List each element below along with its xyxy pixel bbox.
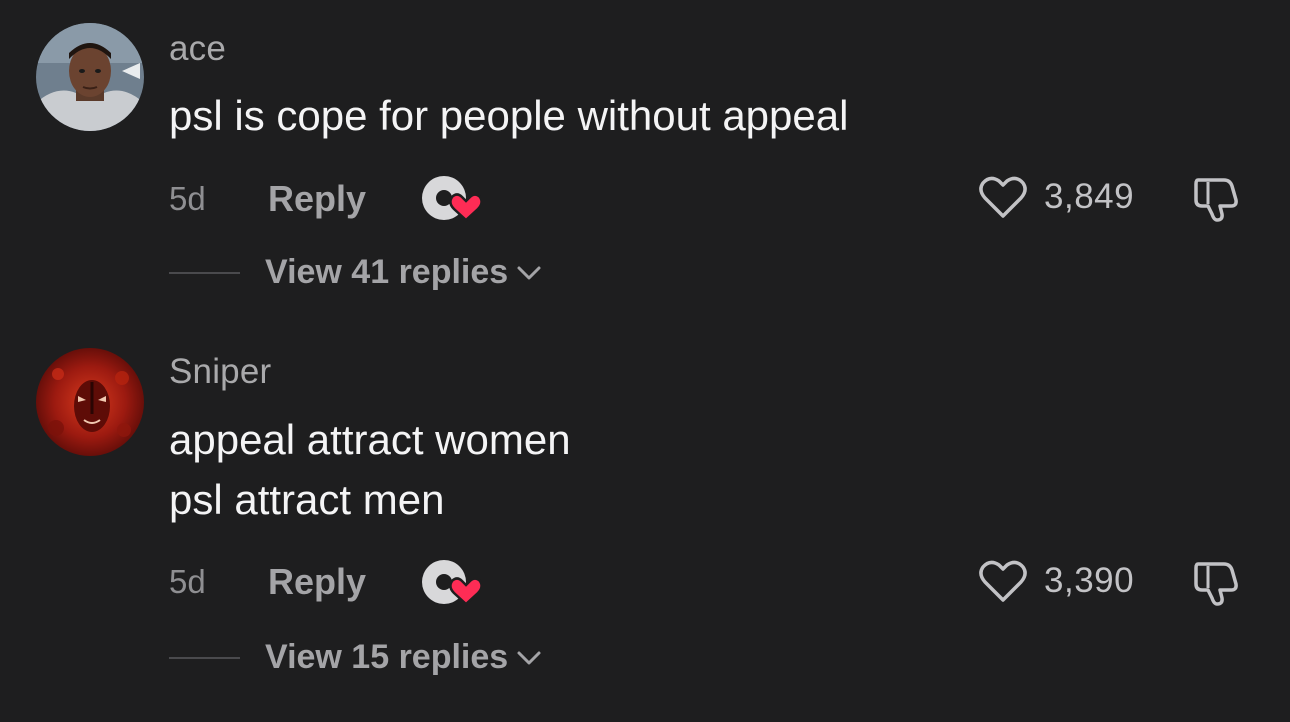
view-replies-label: View 41 replies <box>265 253 509 291</box>
reply-button[interactable]: Reply <box>268 178 366 220</box>
user-photo-avatar-icon <box>36 23 144 131</box>
comment-age: 5d <box>169 180 206 217</box>
reply-button[interactable]: Reply <box>268 561 366 603</box>
like-count: 3,849 <box>1044 177 1135 216</box>
comment-text-line-1: appeal attract women <box>169 416 571 463</box>
avatar[interactable] <box>36 348 144 456</box>
dislike-icon[interactable] <box>1190 174 1242 224</box>
like-button[interactable]: 3,849 <box>978 172 1134 222</box>
comment-username[interactable]: Sniper <box>169 352 271 392</box>
comment-username[interactable]: ace <box>169 29 226 69</box>
heart-icon <box>979 560 1027 602</box>
red-mask-avatar-icon <box>36 348 144 456</box>
view-replies-button[interactable]: View 15 replies <box>265 638 542 677</box>
comments-panel: ace psl is cope for people without appea… <box>0 0 1290 722</box>
comment-text: psl is cope for people without appeal <box>169 92 849 139</box>
avatar[interactable] <box>36 23 144 131</box>
comment-text-line-2: psl attract men <box>169 476 445 523</box>
heart-icon <box>979 176 1027 218</box>
creator-liked-icon <box>422 560 482 606</box>
like-button[interactable]: 3,390 <box>978 556 1134 606</box>
creator-liked-icon <box>422 176 482 222</box>
like-count: 3,390 <box>1044 561 1135 600</box>
chevron-down-icon <box>517 266 541 279</box>
dislike-icon[interactable] <box>1190 558 1242 608</box>
chevron-down-icon <box>517 651 541 664</box>
replies-divider <box>169 657 240 659</box>
replies-divider <box>169 272 240 274</box>
comment-age: 5d <box>169 563 206 600</box>
view-replies-button[interactable]: View 41 replies <box>265 253 542 292</box>
view-replies-label: View 15 replies <box>265 638 509 676</box>
